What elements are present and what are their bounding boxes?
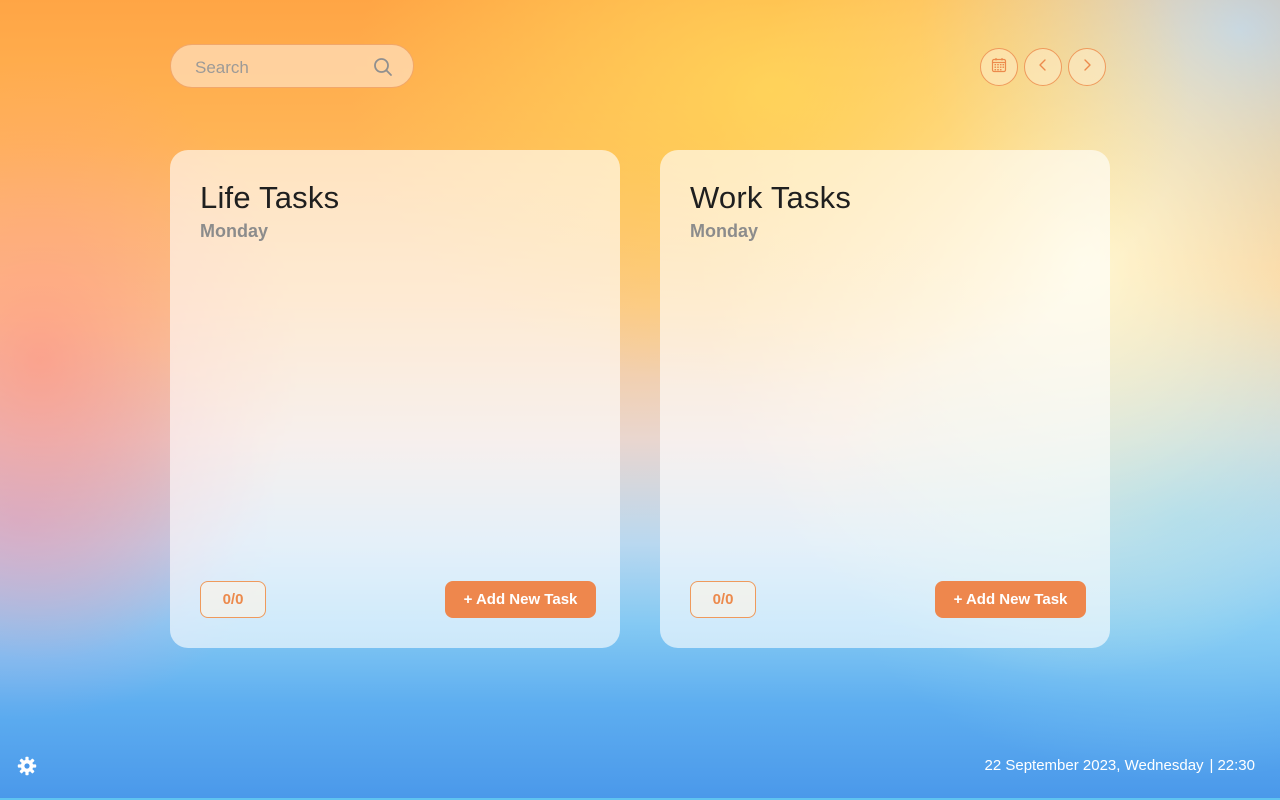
current-time: 22:30 bbox=[1217, 757, 1255, 774]
life-tasks-card: Life Tasks Monday 0/0 + Add New Task bbox=[170, 150, 620, 648]
current-date: 22 September 2023, Wednesday bbox=[984, 757, 1204, 774]
search-icon[interactable] bbox=[373, 57, 393, 77]
card-day: Monday bbox=[200, 221, 269, 241]
gear-icon[interactable] bbox=[17, 756, 37, 776]
next-day-button[interactable] bbox=[1068, 48, 1106, 86]
task-count-badge: 0/0 bbox=[690, 581, 756, 618]
previous-day-button[interactable] bbox=[1024, 48, 1062, 86]
date-time-display: 22 September 2023, Wednesday | 22:30 bbox=[985, 757, 1256, 774]
card-title: Life Tasks bbox=[200, 180, 340, 215]
date-time-separator: | bbox=[1209, 757, 1214, 774]
search-box[interactable] bbox=[170, 44, 414, 88]
card-day: Monday bbox=[690, 221, 759, 241]
date-navigation bbox=[980, 48, 1106, 86]
add-new-task-button[interactable]: + Add New Task bbox=[445, 581, 596, 618]
card-title: Work Tasks bbox=[690, 180, 852, 215]
task-count-badge: 0/0 bbox=[200, 581, 266, 618]
calendar-icon bbox=[991, 57, 1007, 78]
calendar-button[interactable] bbox=[980, 48, 1018, 86]
chevron-right-icon bbox=[1080, 58, 1094, 77]
add-new-task-button[interactable]: + Add New Task bbox=[935, 581, 1086, 618]
chevron-left-icon bbox=[1036, 58, 1050, 77]
search-input[interactable] bbox=[193, 55, 357, 81]
work-tasks-card: Work Tasks Monday 0/0 + Add New Task bbox=[660, 150, 1110, 648]
